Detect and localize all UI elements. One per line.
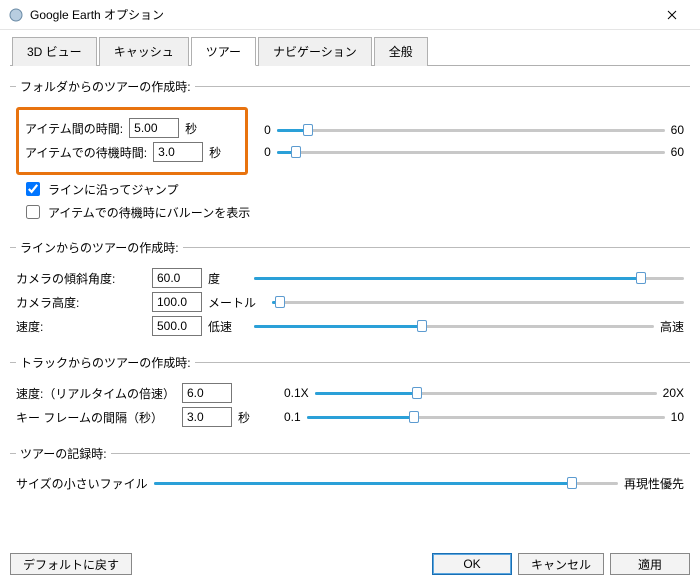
speed-max: 高速 <box>660 318 684 335</box>
tab-tour[interactable]: ツアー <box>191 37 256 66</box>
tab-3dview[interactable]: 3D ビュー <box>12 37 97 66</box>
ok-button[interactable]: OK <box>432 553 512 575</box>
checkbox-show-balloon[interactable] <box>26 205 40 219</box>
filesize-min: サイズの小さいファイル <box>16 475 148 492</box>
altitude-unit: メートル <box>208 294 256 311</box>
filesize-max: 再現性優先 <box>624 475 684 492</box>
slider1-min: 0 <box>264 123 271 137</box>
section-folder-tour-legend: フォルダからのツアーの作成時: <box>16 78 195 95</box>
section-track-tour-legend: トラックからのツアーの作成時: <box>16 354 195 371</box>
cancel-button[interactable]: キャンセル <box>518 553 604 575</box>
tab-navigation[interactable]: ナビゲーション <box>258 37 372 66</box>
wait-time-label: アイテムでの待機時間: <box>25 144 147 161</box>
keyframe-input[interactable] <box>182 407 232 427</box>
tilt-slider[interactable] <box>254 269 684 287</box>
close-button[interactable] <box>652 1 692 29</box>
wait-time-unit: 秒 <box>209 144 239 161</box>
time-between-label: アイテム間の時間: <box>25 120 123 137</box>
tilt-unit: 度 <box>208 270 238 287</box>
keyframe-slider[interactable] <box>307 408 665 426</box>
altitude-slider[interactable] <box>272 293 684 311</box>
tab-general[interactable]: 全般 <box>374 37 428 66</box>
speed-input[interactable] <box>152 316 202 336</box>
section-tour-record-legend: ツアーの記録時: <box>16 445 111 462</box>
track-speed-min: 0.1X <box>284 386 309 400</box>
track-speed-label: 速度:（リアルタイムの倍速） <box>16 385 176 402</box>
keyframe-unit: 秒 <box>238 409 278 426</box>
tilt-input[interactable] <box>152 268 202 288</box>
speed-slider[interactable] <box>254 317 654 335</box>
window-title: Google Earth オプション <box>30 6 652 23</box>
wait-time-slider[interactable] <box>277 143 665 161</box>
slider1-max: 60 <box>671 123 684 137</box>
time-between-unit: 秒 <box>185 120 215 137</box>
slider2-min: 0 <box>264 145 271 159</box>
tilt-label: カメラの傾斜角度: <box>16 270 146 287</box>
app-icon <box>8 7 24 23</box>
time-between-slider[interactable] <box>277 121 665 139</box>
filesize-slider[interactable] <box>154 474 618 492</box>
apply-button[interactable]: 適用 <box>610 553 690 575</box>
checkbox-fly-along-lines[interactable] <box>26 182 40 196</box>
section-line-tour: ラインからのツアーの作成時: カメラの傾斜角度: 度 カメラ高度: メートル 速… <box>10 239 690 342</box>
track-speed-max: 20X <box>663 386 684 400</box>
slider2-max: 60 <box>671 145 684 159</box>
highlighted-inputs: アイテム間の時間: 秒 アイテムでの待機時間: 秒 <box>16 107 248 175</box>
section-tour-record: ツアーの記録時: サイズの小さいファイル 再現性優先 <box>10 445 690 498</box>
altitude-input[interactable] <box>152 292 202 312</box>
time-between-input[interactable] <box>129 118 179 138</box>
track-speed-input[interactable] <box>182 383 232 403</box>
section-track-tour: トラックからのツアーの作成時: 速度:（リアルタイムの倍速） 0.1X 20X … <box>10 354 690 433</box>
tab-cache[interactable]: キャッシュ <box>99 37 189 66</box>
keyframe-min: 0.1 <box>284 410 301 424</box>
tab-bar: 3D ビュー キャッシュ ツアー ナビゲーション 全般 <box>10 36 690 66</box>
section-folder-tour: フォルダからのツアーの作成時: アイテム間の時間: 秒 アイテムでの待機時間: … <box>10 78 690 227</box>
wait-time-input[interactable] <box>153 142 203 162</box>
speed-min: 低速 <box>208 318 238 335</box>
checkbox-show-balloon-label: アイテムでの待機時にバルーンを表示 <box>48 204 250 221</box>
checkbox-fly-along-lines-label: ラインに沿ってジャンプ <box>48 181 178 198</box>
keyframe-label: キー フレームの間隔（秒） <box>16 409 176 426</box>
speed-label: 速度: <box>16 318 146 335</box>
keyframe-max: 10 <box>671 410 684 424</box>
altitude-label: カメラ高度: <box>16 294 146 311</box>
track-speed-slider[interactable] <box>315 384 657 402</box>
reset-defaults-button[interactable]: デフォルトに戻す <box>10 553 132 575</box>
section-line-tour-legend: ラインからのツアーの作成時: <box>16 239 183 256</box>
